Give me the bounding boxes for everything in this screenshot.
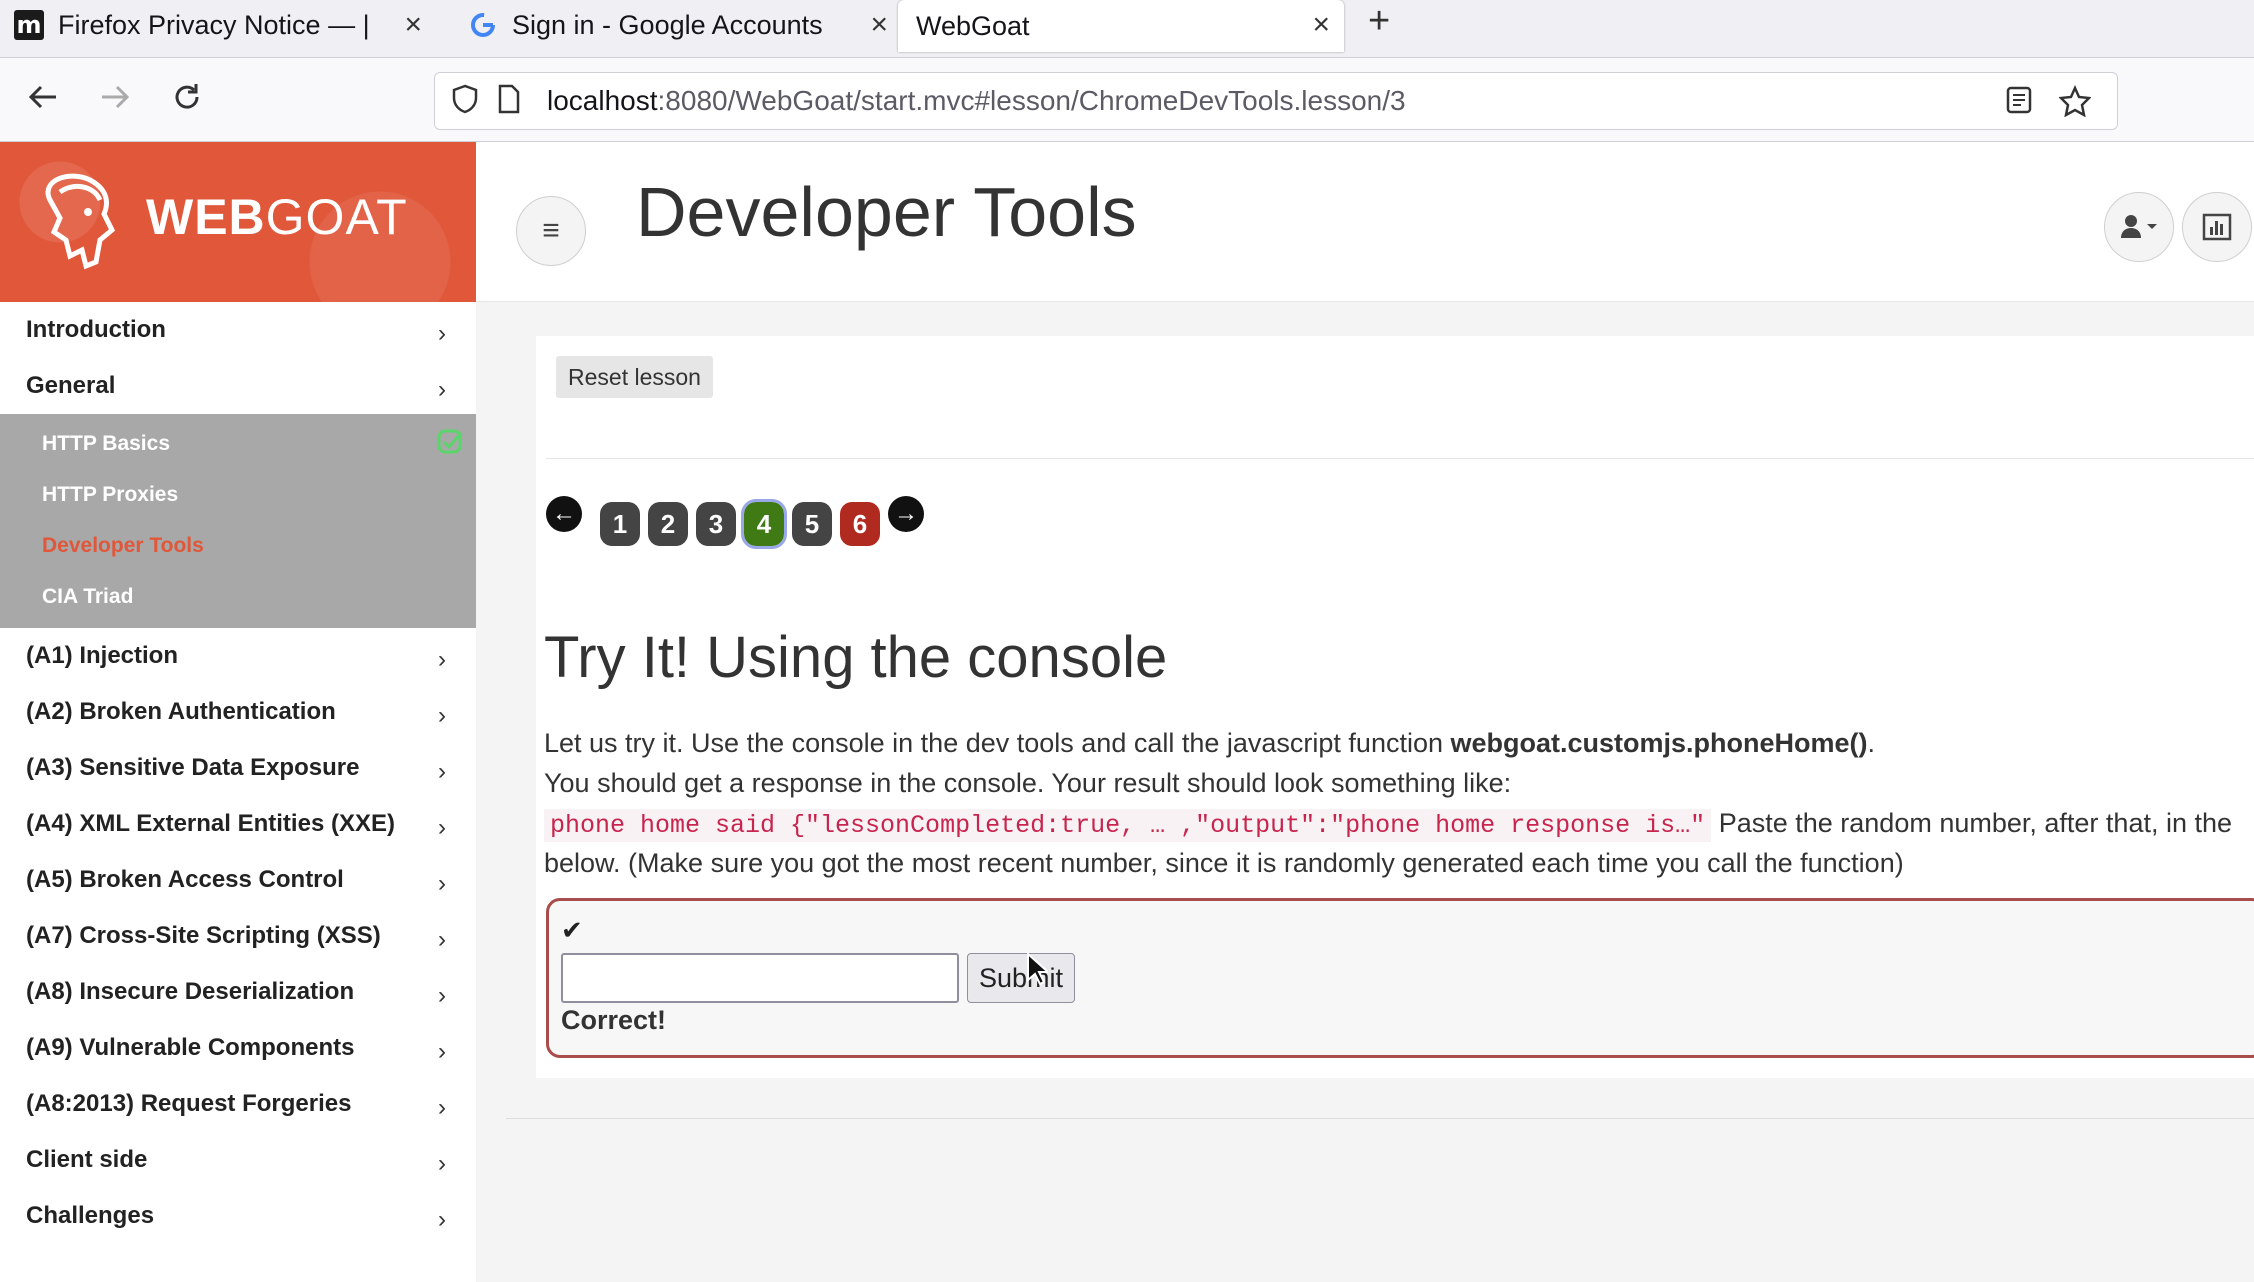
chevron-right-icon: ›: [438, 320, 446, 347]
solved-checkmark-icon: ✔: [561, 915, 583, 945]
lesson-panel: Reset lesson ← 1 2 3 4 5 6 → Try It! Usi…: [536, 336, 2254, 1078]
answer-input[interactable]: [561, 953, 959, 1003]
page-button-6[interactable]: 6: [840, 502, 880, 546]
menu-category-a5[interactable]: (A5) Broken Access Control ›: [0, 852, 476, 908]
webgoat-logo[interactable]: WEBGOAT: [0, 142, 476, 302]
page-button-2[interactable]: 2: [648, 502, 688, 546]
sidebar: WEBGOAT Introduction › General › HTTP Basi…: [0, 142, 476, 1282]
goat-logo-icon: [45, 173, 116, 270]
general-submenu: HTTP Basics HTTP Proxies Developer Tools…: [0, 414, 476, 628]
new-tab-icon[interactable]: +: [1368, 0, 1390, 43]
tab-webgoat[interactable]: WebGoat ×: [898, 0, 1344, 52]
menu-category-general[interactable]: General ›: [0, 358, 476, 414]
previous-page-arrow-icon[interactable]: ←: [546, 496, 582, 532]
completed-check-icon: [437, 429, 463, 454]
main-content: ≡ Developer Tools Reset lesson ← 1 2 3 4…: [476, 142, 2254, 1282]
menu-category-a9[interactable]: (A9) Vulnerable Components ›: [0, 1020, 476, 1076]
hamburger-icon: ≡: [542, 214, 560, 247]
page-icon: [497, 84, 529, 119]
webgoat-page: WEBGOAT Introduction › General › HTTP Basi…: [0, 142, 2254, 1282]
submit-button[interactable]: Submit: [967, 953, 1075, 1003]
lesson-developer-tools[interactable]: Developer Tools: [0, 520, 476, 571]
menu-category-client-side[interactable]: Client side ›: [0, 1132, 476, 1188]
report-card-button[interactable]: [2182, 192, 2252, 262]
mozilla-m-icon: m: [14, 10, 44, 40]
lesson-http-proxies[interactable]: HTTP Proxies: [0, 469, 476, 520]
menu-category-introduction[interactable]: Introduction ›: [0, 302, 476, 358]
chevron-right-icon: ›: [438, 1094, 446, 1121]
chevron-right-icon: ›: [438, 758, 446, 785]
user-menu-button[interactable]: [2104, 192, 2174, 262]
function-name: webgoat.customjs.phoneHome(): [1450, 728, 1868, 758]
menu-category-a4[interactable]: (A4) XML External Entities (XXE) ›: [0, 796, 476, 852]
menu-category-challenges[interactable]: Challenges ›: [0, 1188, 476, 1244]
menu-category-a2[interactable]: (A2) Broken Authentication ›: [0, 684, 476, 740]
chevron-right-icon: ›: [438, 1038, 446, 1065]
page-button-4[interactable]: 4: [741, 499, 787, 549]
chevron-right-icon: ›: [438, 376, 446, 403]
lesson-paragraph-2: You should get a response in the console…: [544, 768, 1512, 798]
mouse-cursor-icon: [1027, 952, 1048, 986]
close-icon[interactable]: ×: [404, 8, 422, 42]
menu-category-a7[interactable]: (A7) Cross-Site Scripting (XSS) ›: [0, 908, 476, 964]
url-path: :8080/WebGoat/start.mvc#lesson/ChromeDev…: [657, 85, 1406, 116]
browser-nav-bar: localhost:8080/WebGoat/start.mvc#lesson/…: [0, 58, 2254, 142]
bookmark-star-icon[interactable]: [2058, 84, 2092, 122]
menu-category-a1[interactable]: (A1) Injection ›: [0, 628, 476, 684]
reset-lesson-button[interactable]: Reset lesson: [556, 356, 713, 398]
lesson-menu: Introduction › General › HTTP Basics HTTP …: [0, 302, 476, 1244]
divider: [546, 458, 2254, 459]
user-icon: [2121, 215, 2157, 238]
page-header: ≡ Developer Tools: [476, 142, 2254, 302]
logo-wordmark: WEBGOAT: [146, 189, 408, 245]
feedback-message: Correct!: [561, 1005, 667, 1035]
reader-view-icon[interactable]: [2005, 85, 2033, 120]
menu-category-a8[interactable]: (A8) Insecure Deserialization ›: [0, 964, 476, 1020]
chevron-right-icon: ›: [438, 1150, 446, 1177]
forward-icon[interactable]: [98, 80, 132, 123]
footer-divider: [506, 1118, 2254, 1119]
close-icon[interactable]: ×: [870, 8, 888, 42]
code-sample: phone home said {"lessonCompleted:true, …: [544, 809, 1712, 842]
page-button-5[interactable]: 5: [792, 502, 832, 546]
reload-icon[interactable]: [170, 80, 204, 123]
lesson-http-basics[interactable]: HTTP Basics: [0, 418, 476, 469]
chevron-right-icon: ›: [438, 926, 446, 953]
browser-tab-bar: m Firefox Privacy Notice — | × Sign in -…: [0, 0, 2254, 58]
chevron-right-icon: ›: [438, 1206, 446, 1233]
chevron-right-icon: ›: [438, 646, 446, 673]
chevron-right-icon: ›: [438, 702, 446, 729]
lesson-paragraph-1: Let us try it. Use the console in the de…: [544, 728, 1876, 758]
page-button-3[interactable]: 3: [696, 502, 736, 546]
lesson-cia-triad[interactable]: CIA Triad: [0, 571, 476, 622]
tab-title: Firefox Privacy Notice — |: [58, 9, 370, 40]
tab-title: WebGoat: [916, 10, 1030, 41]
tab-google-signin[interactable]: Sign in - Google Accounts ×: [468, 0, 888, 50]
lesson-heading: Try It! Using the console: [544, 625, 1168, 690]
menu-category-a8-2013[interactable]: (A8:2013) Request Forgeries ›: [0, 1076, 476, 1132]
close-icon[interactable]: ×: [1312, 8, 1330, 42]
menu-category-a3[interactable]: (A3) Sensitive Data Exposure ›: [0, 740, 476, 796]
chevron-right-icon: ›: [438, 982, 446, 1009]
shield-icon[interactable]: [451, 84, 483, 119]
lesson-paragraph-3: phone home said {"lessonCompleted:true, …: [544, 808, 2232, 842]
address-bar[interactable]: localhost:8080/WebGoat/start.mvc#lesson/…: [434, 72, 2118, 130]
url-host: localhost: [547, 85, 658, 116]
bar-chart-icon: [2202, 213, 2232, 241]
back-icon[interactable]: [26, 80, 60, 123]
lesson-paragraph-4: below. (Make sure you got the most recen…: [544, 848, 1904, 878]
chevron-right-icon: ›: [438, 870, 446, 897]
menu-toggle-button[interactable]: ≡: [516, 196, 586, 266]
tab-firefox-privacy[interactable]: m Firefox Privacy Notice — | ×: [14, 0, 434, 50]
tab-title: Sign in - Google Accounts: [512, 9, 823, 40]
page-button-1[interactable]: 1: [600, 502, 640, 546]
page-title: Developer Tools: [636, 173, 1137, 251]
next-page-arrow-icon[interactable]: →: [888, 496, 924, 532]
attack-form: ✔ Submit Correct!: [546, 898, 2254, 1058]
google-g-icon: [468, 10, 498, 40]
chevron-right-icon: ›: [438, 814, 446, 841]
